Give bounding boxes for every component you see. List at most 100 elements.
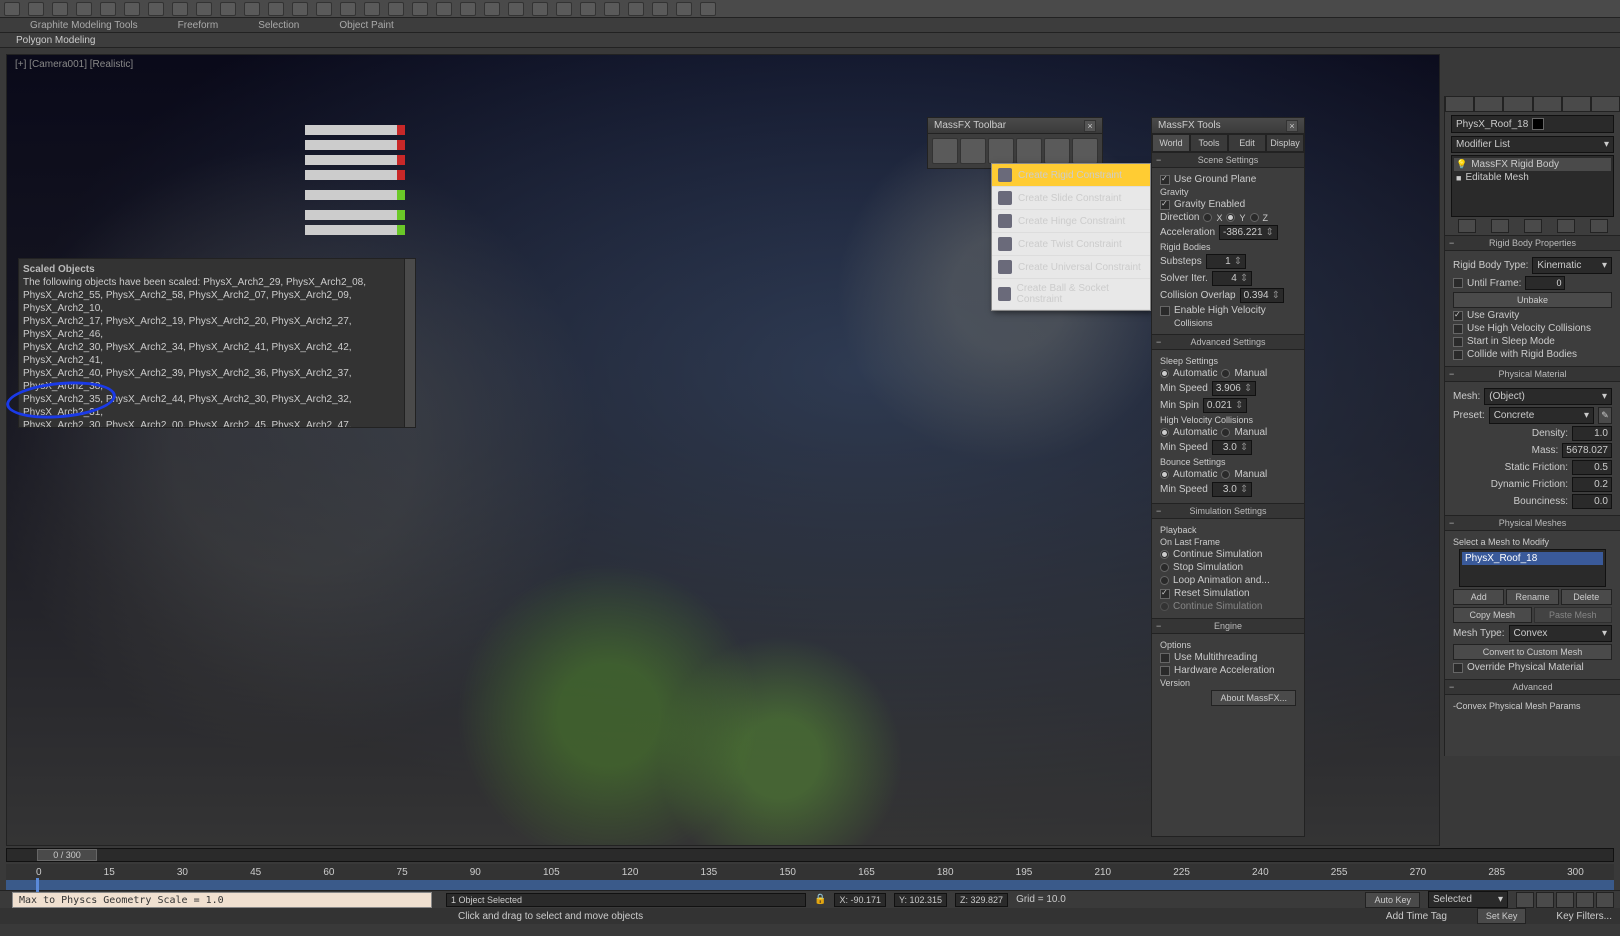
tab-tools[interactable]: Tools (1190, 134, 1228, 152)
time-slider[interactable]: 0 / 300 (6, 848, 1614, 862)
tool-icon[interactable] (676, 2, 692, 16)
modifier-item[interactable]: ■ Editable Mesh (1454, 171, 1611, 184)
radio-auto[interactable] (1160, 428, 1169, 437)
spinner[interactable]: 3.0⇕ (1212, 482, 1252, 497)
section-advanced[interactable]: Advanced Settings (1152, 334, 1304, 350)
check[interactable] (1160, 589, 1170, 599)
tab-display[interactable]: Display (1266, 134, 1304, 152)
radio-z[interactable] (1250, 213, 1259, 222)
unbake-button[interactable]: Unbake (1453, 292, 1612, 308)
menu-item-slide-constraint[interactable]: Create Slide Constraint (992, 187, 1150, 210)
modifier-list-dropdown[interactable]: Modifier List▾ (1451, 136, 1614, 153)
viewport-label[interactable]: [+] [Camera001] [Realistic] (15, 59, 133, 70)
spinner-collision[interactable]: 0.394⇕ (1240, 288, 1284, 303)
menu-item-ball-socket-constraint[interactable]: Create Ball & Socket Constraint (992, 279, 1150, 310)
massfx-icon[interactable] (960, 138, 986, 164)
section-rigid-props[interactable]: Rigid Body Properties (1445, 235, 1620, 251)
radio-manual[interactable] (1221, 369, 1230, 378)
coord-x[interactable]: X: -90.171 (834, 893, 886, 907)
stack-icon[interactable] (1590, 219, 1608, 233)
mesh-listbox[interactable]: PhysX_Roof_18 (1459, 549, 1606, 587)
check[interactable] (1453, 278, 1463, 288)
tool-icon[interactable] (484, 2, 500, 16)
check[interactable] (1453, 663, 1463, 673)
spinner-substeps[interactable]: 1⇕ (1206, 254, 1246, 269)
tool-icon[interactable] (220, 2, 236, 16)
section-phys-mat[interactable]: Physical Material (1445, 366, 1620, 382)
maxscript-listener[interactable]: Max to Physcs Geometry Scale = 1.0 (12, 892, 432, 908)
menu-item-universal-constraint[interactable]: Create Universal Constraint (992, 256, 1150, 279)
close-icon[interactable]: × (1084, 120, 1096, 132)
delete-button[interactable]: Delete (1561, 589, 1612, 605)
cmd-tab[interactable] (1503, 96, 1532, 112)
spinner-solver[interactable]: 4⇕ (1212, 271, 1252, 286)
body-type-dropdown[interactable]: Kinematic▾ (1532, 257, 1612, 274)
section-advanced[interactable]: Advanced (1445, 679, 1620, 695)
play-icon[interactable] (1556, 892, 1574, 908)
tool-icon[interactable] (316, 2, 332, 16)
ribbon-panel-label[interactable]: Polygon Modeling (16, 35, 96, 46)
tool-icon[interactable] (196, 2, 212, 16)
check-multithread[interactable] (1160, 653, 1170, 663)
preset-dropdown[interactable]: Concrete▾ (1489, 407, 1594, 424)
tool-icon[interactable] (700, 2, 716, 16)
auto-key-button[interactable]: Auto Key (1365, 892, 1420, 908)
radio-manual[interactable] (1221, 428, 1230, 437)
add-time-tag[interactable]: Add Time Tag (1386, 911, 1447, 922)
rename-button[interactable]: Rename (1506, 589, 1558, 605)
spinner[interactable]: 0.2 (1572, 477, 1612, 492)
tool-icon[interactable] (340, 2, 356, 16)
key-mode-dropdown[interactable]: Selected▾ (1428, 891, 1508, 908)
ribbon-tab[interactable]: Selection (258, 20, 299, 31)
tool-icon[interactable] (532, 2, 548, 16)
copy-mesh-button[interactable]: Copy Mesh (1453, 607, 1532, 623)
tab-world[interactable]: World (1152, 134, 1190, 152)
spinner[interactable]: 0 (1525, 276, 1565, 290)
section-phys-meshes[interactable]: Physical Meshes (1445, 515, 1620, 531)
ribbon-tab[interactable]: Object Paint (339, 20, 393, 31)
edit-icon[interactable]: ✎ (1598, 407, 1612, 424)
object-name-field[interactable]: PhysX_Roof_18 (1451, 115, 1614, 133)
stack-icon[interactable] (1557, 219, 1575, 233)
tool-icon[interactable] (460, 2, 476, 16)
massfx-icon[interactable] (1044, 138, 1070, 164)
radio-x[interactable] (1203, 213, 1212, 222)
massfx-icon[interactable] (932, 138, 958, 164)
radio[interactable] (1160, 576, 1169, 585)
stack-icon[interactable] (1458, 219, 1476, 233)
tool-icon[interactable] (412, 2, 428, 16)
goto-start-icon[interactable] (1516, 892, 1534, 908)
prev-frame-icon[interactable] (1536, 892, 1554, 908)
tool-icon[interactable] (4, 2, 20, 16)
goto-end-icon[interactable] (1596, 892, 1614, 908)
spinner-accel[interactable]: -386.221⇕ (1219, 225, 1277, 240)
tool-icon[interactable] (244, 2, 260, 16)
tool-icon[interactable] (76, 2, 92, 16)
tool-icon[interactable] (100, 2, 116, 16)
tool-icon[interactable] (508, 2, 524, 16)
lock-icon[interactable]: 🔒 (814, 894, 826, 905)
radio[interactable] (1160, 563, 1169, 572)
stack-icon[interactable] (1491, 219, 1509, 233)
set-key-button[interactable]: Set Key (1477, 908, 1527, 924)
radio-manual[interactable] (1221, 470, 1230, 479)
section-sim[interactable]: Simulation Settings (1152, 503, 1304, 519)
check-ground-plane[interactable] (1160, 175, 1170, 185)
modifier-stack[interactable]: 💡 MassFX Rigid Body ■ Editable Mesh (1451, 155, 1614, 217)
tool-icon[interactable] (628, 2, 644, 16)
massfx-icon[interactable] (988, 138, 1014, 164)
stack-icon[interactable] (1524, 219, 1542, 233)
ribbon-tab[interactable]: Graphite Modeling Tools (30, 20, 138, 31)
tool-icon[interactable] (436, 2, 452, 16)
tool-icon[interactable] (172, 2, 188, 16)
tool-icon[interactable] (268, 2, 284, 16)
cmd-tab[interactable] (1562, 96, 1591, 112)
menu-item-twist-constraint[interactable]: Create Twist Constraint (992, 233, 1150, 256)
spinner[interactable]: 1.0 (1572, 426, 1612, 441)
tool-icon[interactable] (652, 2, 668, 16)
tool-icon[interactable] (292, 2, 308, 16)
check[interactable] (1453, 324, 1463, 334)
radio-auto[interactable] (1160, 369, 1169, 378)
spinner[interactable]: 5678.027 (1562, 443, 1612, 458)
section-engine[interactable]: Engine (1152, 618, 1304, 634)
